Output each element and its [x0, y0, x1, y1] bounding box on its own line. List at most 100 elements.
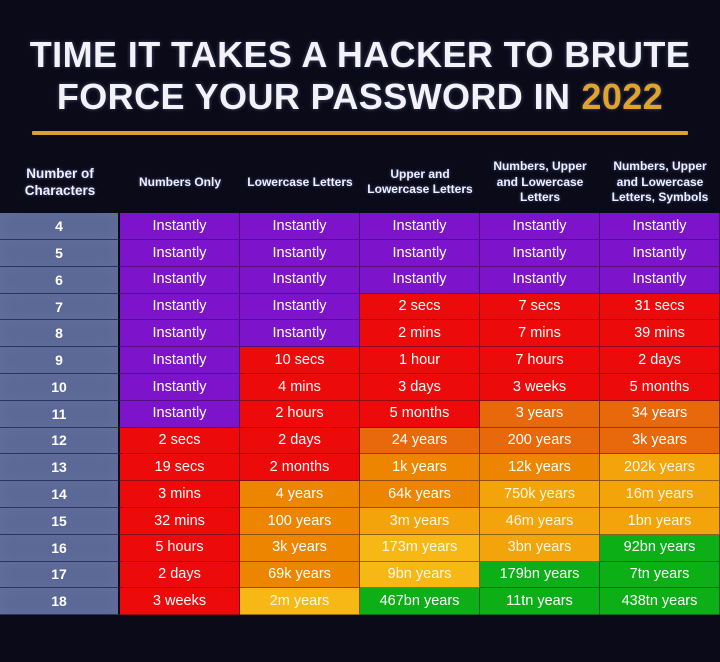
crack-time-cell: 3 years — [480, 400, 600, 428]
table-row: 15 32 mins 100 years 3m years 46m years 1bn y… — [0, 507, 720, 535]
crack-time-cell: 1bn years — [600, 507, 720, 535]
crack-time-cell: 202k years — [600, 454, 720, 482]
table-row: 6 Instantly Instantly Instantly Instantly Ins… — [0, 266, 720, 294]
crack-time-cell: 3 weeks — [120, 588, 240, 616]
crack-time-cell: Instantly — [120, 374, 240, 401]
row-header-character-count: 10 — [0, 374, 120, 401]
crack-time-cell: Instantly — [600, 213, 720, 241]
crack-time-cell: 64k years — [360, 481, 480, 508]
crack-time-cell: Instantly — [240, 240, 360, 267]
crack-time-cell: 39 mins — [600, 320, 720, 348]
crack-time-cell: 750k years — [480, 481, 600, 508]
table-row: 7 Instantly Instantly 2 secs 7 secs 31 secs — [0, 293, 720, 321]
crack-time-cell: Instantly — [240, 213, 360, 241]
crack-time-cell: Instantly — [360, 240, 480, 267]
row-header-character-count: 13 — [0, 454, 120, 482]
table-row: 13 19 secs 2 months 1k years 12k years 202k y… — [0, 454, 720, 482]
crack-time-cell: 24 years — [360, 427, 480, 455]
table-row: 5 Instantly Instantly Instantly Instantly Ins… — [0, 240, 720, 267]
crack-time-cell: 9bn years — [360, 561, 480, 589]
crack-time-cell: 46m years — [480, 507, 600, 535]
column-header-3: Upper and Lowercase Letters — [367, 166, 473, 197]
crack-time-cell: 3 weeks — [480, 374, 600, 401]
row-header-character-count: 16 — [0, 534, 120, 562]
crack-time-cell: 3bn years — [480, 534, 600, 562]
crack-time-cell: 2 days — [120, 561, 240, 589]
row-header-character-count: 12 — [0, 427, 120, 455]
table-row: 11 Instantly 2 hours 5 months 3 years 34 year… — [0, 400, 720, 428]
crack-time-cell: Instantly — [120, 400, 240, 428]
crack-time-cell: Instantly — [600, 240, 720, 267]
crack-time-cell: Instantly — [240, 293, 360, 321]
row-header-character-count: 11 — [0, 400, 120, 428]
page-title-line-2-text: FORCE YOUR PASSWORD IN — [56, 76, 571, 118]
crack-time-cell: 179bn years — [480, 561, 600, 589]
column-header-4: Numbers, Upper and Lowercase Letters — [493, 159, 587, 204]
crack-time-cell: Instantly — [240, 266, 360, 294]
crack-time-cell: 7 mins — [480, 320, 600, 348]
crack-time-cell: Instantly — [480, 240, 600, 267]
crack-time-cell: 3k years — [240, 534, 360, 562]
crack-time-cell: Instantly — [120, 240, 240, 267]
crack-time-cell: 7 hours — [480, 347, 600, 374]
crack-time-cell: 92bn years — [600, 534, 720, 562]
crack-time-cell: 32 mins — [120, 507, 240, 535]
crack-time-cell: 19 secs — [120, 454, 240, 482]
row-header-character-count: 15 — [0, 507, 120, 535]
crack-time-cell: Instantly — [120, 213, 240, 241]
crack-time-cell: 2m years — [240, 588, 360, 616]
crack-time-cell: Instantly — [480, 266, 600, 294]
row-header-character-count: 18 — [0, 588, 120, 616]
crack-time-cell: Instantly — [360, 266, 480, 294]
crack-time-cell: 2 days — [240, 427, 360, 455]
crack-time-cell: 11tn years — [480, 588, 600, 616]
crack-time-cell: 2 secs — [120, 427, 240, 455]
page-title-line-2: FORCE YOUR PASSWORD IN 2022 — [26, 76, 694, 118]
column-header-number-of-characters: Number of Characters — [24, 165, 96, 199]
crack-time-cell: 5 hours — [120, 534, 240, 562]
table-row: 9 Instantly 10 secs 1 hour 7 hours 2 days — [0, 347, 720, 374]
crack-time-cell: 34 years — [600, 400, 720, 428]
infographic-root: TIME IT TAKES A HACKER TO BRUTE FORCE YO… — [0, 0, 720, 662]
title-block: TIME IT TAKES A HACKER TO BRUTE FORCE YO… — [0, 0, 720, 136]
crack-time-cell: 4 mins — [240, 374, 360, 401]
row-header-character-count: 14 — [0, 481, 120, 508]
table-body: 4 Instantly Instantly Instantly Instantly Ins… — [0, 213, 720, 616]
crack-time-cell: Instantly — [120, 266, 240, 294]
table-row: 18 3 weeks 2m years 467bn years 11tn years 43… — [0, 588, 720, 616]
row-header-character-count: 7 — [0, 293, 120, 321]
crack-time-cell: 173m years — [360, 534, 480, 562]
crack-time-cell: 3 mins — [120, 481, 240, 508]
table-header-row: Number of Characters Numbers Only Lowercas… — [0, 151, 720, 213]
table-row: 8 Instantly Instantly 2 mins 7 mins 39 mins — [0, 320, 720, 348]
crack-time-cell: 2 months — [240, 454, 360, 482]
table-row: 14 3 mins 4 years 64k years 750k years 16m ye… — [0, 481, 720, 508]
row-header-character-count: 9 — [0, 347, 120, 374]
row-header-character-count: 8 — [0, 320, 120, 348]
crack-time-cell: 31 secs — [600, 293, 720, 321]
crack-time-cell: Instantly — [120, 293, 240, 321]
column-header-1: Numbers Only — [138, 174, 222, 189]
crack-time-cell: 7tn years — [600, 561, 720, 589]
crack-time-cell: 3m years — [360, 507, 480, 535]
table-row: 10 Instantly 4 mins 3 days 3 weeks 5 months — [0, 374, 720, 401]
page-title-year: 2022 — [581, 76, 664, 118]
page-title-line-1: TIME IT TAKES A HACKER TO BRUTE — [29, 34, 691, 75]
crack-time-cell: Instantly — [120, 347, 240, 374]
password-crack-time-table: Number of Characters Numbers Only Lowercas… — [0, 151, 720, 616]
crack-time-cell: Instantly — [480, 213, 600, 241]
crack-time-cell: 467bn years — [360, 588, 480, 616]
column-header-5: Numbers, Upper and Lowercase Letters, Sy… — [611, 159, 709, 204]
crack-time-cell: 5 months — [360, 400, 480, 428]
column-header-2: Lowercase Letters — [247, 174, 353, 189]
crack-time-cell: 7 secs — [480, 293, 600, 321]
crack-time-cell: 2 hours — [240, 400, 360, 428]
crack-time-cell: 100 years — [240, 507, 360, 535]
table-row: 4 Instantly Instantly Instantly Instantly Ins… — [0, 213, 720, 241]
row-header-character-count: 5 — [0, 240, 120, 267]
crack-time-cell: 16m years — [600, 481, 720, 508]
crack-time-cell: 200 years — [480, 427, 600, 455]
table-row: 17 2 days 69k years 9bn years 179bn years 7tn… — [0, 561, 720, 589]
crack-time-cell: Instantly — [120, 320, 240, 348]
crack-time-cell: 2 days — [600, 347, 720, 374]
